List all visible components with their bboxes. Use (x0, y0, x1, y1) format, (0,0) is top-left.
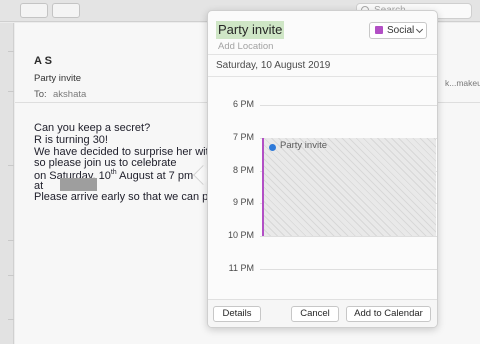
calendar-swatch-icon (375, 26, 383, 34)
calendar-select[interactable]: Social (369, 22, 427, 39)
day-timeline[interactable]: 6 PM 7 PM 8 PM 9 PM 10 PM 11 PM Party in… (208, 84, 437, 299)
hour-label: 11 PM (228, 263, 254, 273)
mailbox-list-edge (0, 23, 14, 344)
message-subject: Party invite (34, 73, 81, 84)
hour-label: 8 PM (232, 165, 254, 175)
toolbar-button[interactable] (52, 3, 80, 18)
date-text-suffix: August at 7 pm (116, 170, 194, 182)
calendar-name: Social (387, 25, 415, 36)
sender-name[interactable]: A S (34, 55, 52, 67)
recipient-address-partial: k...makeuse (445, 78, 480, 88)
body-line: R is turning 30! (34, 134, 108, 146)
add-event-popover: Party invite Add Location Social Saturda… (207, 10, 438, 328)
event-dot-icon (269, 144, 276, 151)
details-button[interactable]: Details (213, 306, 261, 322)
popover-footer: Details Cancel Add to Calendar (208, 299, 437, 327)
event-block[interactable]: Party invite (262, 138, 436, 236)
hour-row: 6 PM (208, 99, 437, 109)
divider (208, 76, 437, 77)
body-line: Can you keep a secret? (34, 122, 151, 134)
toolbar-button[interactable] (20, 3, 48, 18)
add-location-field[interactable]: Add Location (218, 41, 273, 52)
hour-row: 11 PM (208, 263, 437, 273)
body-line: Please arrive early so that we can prep (34, 191, 225, 203)
event-block-label: Party invite (280, 140, 327, 151)
event-title[interactable]: Party invite (216, 21, 285, 39)
event-date: Saturday, 10 August 2019 (216, 60, 331, 71)
chevron-down-icon (415, 25, 424, 34)
hour-label: 10 PM (227, 230, 254, 240)
hour-row: 10 PM (208, 230, 437, 240)
hour-label: 9 PM (232, 197, 254, 207)
cancel-button[interactable]: Cancel (291, 306, 339, 322)
add-to-calendar-button[interactable]: Add to Calendar (346, 306, 431, 322)
redacted-location (60, 178, 97, 191)
body-line: so please join us to celebrate (34, 157, 177, 169)
hour-label: 6 PM (232, 99, 254, 109)
to-label: To: (34, 89, 47, 100)
body-line-date[interactable]: on Saturday, 10th August at 7 pm (34, 169, 193, 182)
to-recipient[interactable]: akshata (53, 89, 86, 100)
divider (208, 54, 437, 55)
hour-label: 7 PM (232, 132, 254, 142)
